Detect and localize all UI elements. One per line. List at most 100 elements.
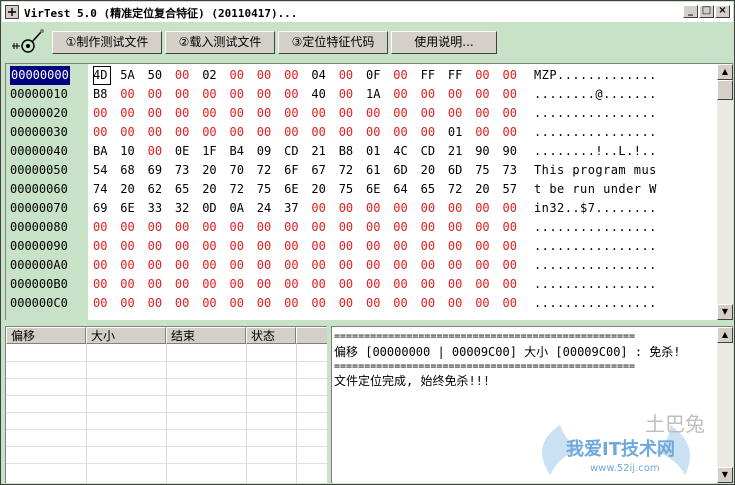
hex-byte[interactable]: FF <box>448 66 466 85</box>
hex-byte[interactable]: 6E <box>120 199 138 218</box>
hex-byte[interactable]: 00 <box>175 123 193 142</box>
hex-byte[interactable]: BA <box>93 142 111 161</box>
hex-byte[interactable]: 00 <box>120 104 138 123</box>
hex-row[interactable]: 00000090 00 00 00 00 00 00 00 00 00 00 00 00 00 00 00 00… <box>6 237 716 256</box>
hex-byte[interactable]: 00 <box>421 218 439 237</box>
hex-byte[interactable]: 00 <box>284 104 302 123</box>
hex-byte[interactable]: 00 <box>311 237 329 256</box>
hex-byte[interactable]: 1A <box>366 85 384 104</box>
hex-byte[interactable]: 00 <box>475 85 493 104</box>
hex-byte[interactable]: 00 <box>421 85 439 104</box>
hex-byte[interactable]: 00 <box>148 104 166 123</box>
hex-byte[interactable]: 00 <box>202 275 220 294</box>
close-button[interactable]: × <box>715 5 730 18</box>
hex-row[interactable]: 00000080 00 00 00 00 00 00 00 00 00 00 00 00 00 00 00 00… <box>6 218 716 237</box>
hex-byte[interactable]: 00 <box>448 85 466 104</box>
hex-byte[interactable]: 00 <box>503 218 521 237</box>
hex-byte[interactable]: 20 <box>475 180 493 199</box>
hex-byte[interactable]: 00 <box>93 237 111 256</box>
hex-byte[interactable]: 00 <box>421 237 439 256</box>
hex-byte[interactable]: 00 <box>366 199 384 218</box>
hex-byte[interactable]: 20 <box>421 161 439 180</box>
hex-byte[interactable]: 00 <box>475 199 493 218</box>
log-output[interactable]: ========================================… <box>331 326 733 483</box>
hex-byte[interactable]: 00 <box>148 237 166 256</box>
hex-byte[interactable]: 09 <box>257 142 275 161</box>
column-header-size[interactable]: 大小 <box>86 327 166 344</box>
hex-byte[interactable]: 00 <box>257 237 275 256</box>
hex-byte[interactable]: 00 <box>339 123 357 142</box>
make-test-file-button[interactable]: ①制作测试文件 <box>52 31 162 54</box>
hex-byte[interactable]: 00 <box>311 104 329 123</box>
hex-byte[interactable]: 00 <box>148 294 166 313</box>
hex-byte[interactable]: B8 <box>339 142 357 161</box>
hex-byte[interactable]: 00 <box>175 85 193 104</box>
hex-row[interactable]: 000000B0 00 00 00 00 00 00 00 00 00 00 00 00 00 00 00 00… <box>6 275 716 294</box>
hex-byte[interactable]: 00 <box>202 85 220 104</box>
hex-byte[interactable]: 00 <box>257 66 275 85</box>
hex-byte[interactable]: FF <box>421 66 439 85</box>
hex-byte[interactable]: 4D <box>93 66 111 85</box>
hex-byte[interactable]: 00 <box>93 256 111 275</box>
hex-byte[interactable]: 0E <box>175 142 193 161</box>
hex-byte[interactable]: 00 <box>503 199 521 218</box>
hex-byte[interactable]: 00 <box>366 237 384 256</box>
hex-byte[interactable]: 00 <box>148 85 166 104</box>
hex-byte[interactable]: 00 <box>230 237 248 256</box>
hex-byte[interactable]: 00 <box>93 218 111 237</box>
hex-byte[interactable]: 72 <box>230 180 248 199</box>
hex-byte[interactable]: 00 <box>120 123 138 142</box>
hex-byte[interactable]: 00 <box>421 123 439 142</box>
hex-byte[interactable]: 32 <box>175 199 193 218</box>
hex-row[interactable]: 00000040 BA 10 00 0E 1F B4 09 CD 21 B8 01 4C CD 21 90 90… <box>6 142 716 161</box>
hex-byte[interactable]: 00 <box>311 218 329 237</box>
locate-signature-button[interactable]: ③定位特征代码 <box>278 31 388 54</box>
hex-byte[interactable]: 00 <box>175 294 193 313</box>
hex-byte[interactable]: 00 <box>284 294 302 313</box>
hex-byte[interactable]: 62 <box>148 180 166 199</box>
hex-byte[interactable]: 00 <box>448 275 466 294</box>
hex-scrollbar[interactable]: ▲ ▼ <box>717 64 733 320</box>
hex-byte[interactable]: 00 <box>339 218 357 237</box>
hex-byte[interactable]: B4 <box>230 142 248 161</box>
hex-byte[interactable]: 00 <box>284 85 302 104</box>
hex-byte[interactable]: 00 <box>257 123 275 142</box>
hex-byte[interactable]: 00 <box>230 256 248 275</box>
hex-byte[interactable]: 00 <box>230 66 248 85</box>
hex-byte[interactable]: 00 <box>339 275 357 294</box>
hex-byte[interactable]: 69 <box>93 199 111 218</box>
hex-byte[interactable]: 6D <box>393 161 411 180</box>
hex-byte[interactable]: 00 <box>393 237 411 256</box>
hex-row[interactable]: 00000010 B8 00 00 00 00 00 00 00 40 00 1A 00 00 00 00 00… <box>6 85 716 104</box>
hex-byte[interactable]: 00 <box>503 294 521 313</box>
hex-viewer[interactable]: 00000000 4D 5A 50 00 02 00 00 00 04 00 0F 00 FF FF 00 00… <box>5 63 733 320</box>
minimize-button[interactable]: _ <box>683 5 698 18</box>
scroll-up-button[interactable]: ▲ <box>717 64 733 80</box>
hex-byte[interactable]: 00 <box>120 275 138 294</box>
hex-byte[interactable]: 00 <box>120 294 138 313</box>
hex-byte[interactable]: 00 <box>448 256 466 275</box>
hex-byte[interactable]: 64 <box>393 180 411 199</box>
hex-byte[interactable]: 00 <box>339 85 357 104</box>
hex-byte[interactable]: 00 <box>448 237 466 256</box>
hex-byte[interactable]: 33 <box>148 199 166 218</box>
hex-byte[interactable]: 00 <box>93 294 111 313</box>
hex-byte[interactable]: B8 <box>93 85 111 104</box>
hex-byte[interactable]: 00 <box>257 104 275 123</box>
hex-byte[interactable]: 00 <box>366 218 384 237</box>
hex-byte[interactable]: 00 <box>393 123 411 142</box>
hex-byte[interactable]: 00 <box>503 237 521 256</box>
hex-row[interactable]: 000000C0 00 00 00 00 00 00 00 00 00 00 00 00 00 00 00 00… <box>6 294 716 313</box>
hex-byte[interactable]: 00 <box>202 104 220 123</box>
hex-byte[interactable]: 00 <box>175 275 193 294</box>
scroll-thumb[interactable] <box>717 80 733 100</box>
hex-byte[interactable]: 00 <box>202 256 220 275</box>
hex-byte[interactable]: 00 <box>339 199 357 218</box>
hex-row[interactable]: 00000070 69 6E 33 32 0D 0A 24 37 00 00 00 00 00 00 00 00… <box>6 199 716 218</box>
hex-byte[interactable]: 00 <box>175 218 193 237</box>
hex-byte[interactable]: 00 <box>448 218 466 237</box>
hex-byte[interactable]: 6E <box>284 180 302 199</box>
hex-byte[interactable]: 70 <box>230 161 248 180</box>
hex-byte[interactable]: 73 <box>175 161 193 180</box>
hex-byte[interactable]: 00 <box>475 237 493 256</box>
